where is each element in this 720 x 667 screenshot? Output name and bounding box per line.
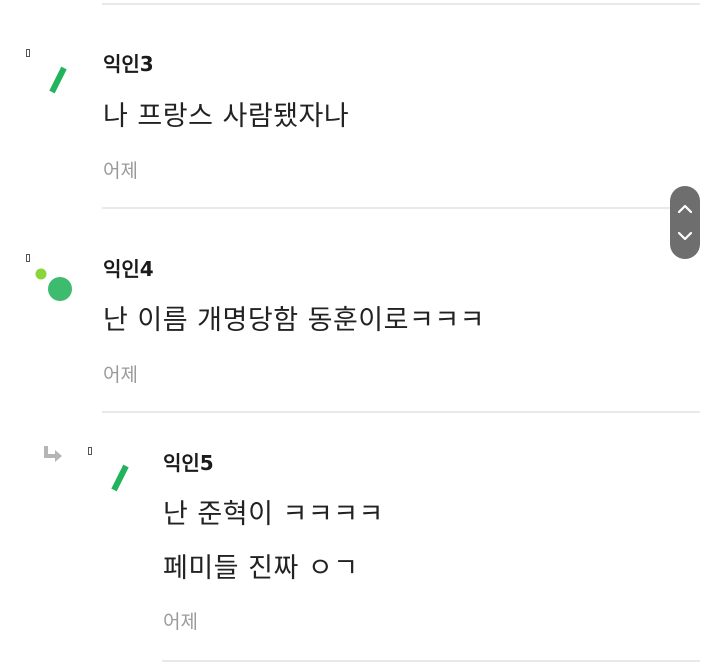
comment-author: 익인3	[103, 52, 154, 76]
comment-text: 난 이름 개명당함 동훈이로ㅋㅋㅋ	[103, 305, 486, 336]
reply-arrow-icon	[44, 446, 62, 462]
comment-author: 익인5	[163, 451, 214, 475]
divider	[162, 660, 700, 662]
comment-time: 어제	[103, 160, 138, 182]
avatar-slash-icon	[111, 464, 129, 492]
chevron-down-icon[interactable]	[670, 221, 700, 251]
checkbox-icon[interactable]	[88, 447, 92, 455]
divider	[102, 411, 700, 413]
avatar-slash-icon	[49, 66, 67, 94]
comment-author: 익인4	[103, 257, 154, 281]
comment-item: 익인3 나 프랑스 사람됐자나 어제	[0, 0, 720, 210]
divider	[102, 207, 700, 209]
checkbox-icon[interactable]	[26, 254, 30, 262]
comment-item: 익인4 난 이름 개명당함 동훈이로ㅋㅋㅋ 어제	[0, 210, 720, 415]
avatar-dots-icon	[35, 268, 72, 301]
comment-text: 나 프랑스 사람됐자나	[103, 101, 350, 132]
checkbox-icon[interactable]	[26, 49, 30, 57]
reply-item: 익인5 난 준혁이 ㅋㅋㅋㅋ 페미들 진짜 ㅇㄱ 어제	[0, 414, 720, 667]
comment-text: 페미들 진짜 ㅇㄱ	[163, 553, 359, 584]
comment-text: 난 준혁이 ㅋㅋㅋㅋ	[163, 499, 384, 530]
chevron-up-icon[interactable]	[670, 194, 700, 224]
scroll-controls	[670, 186, 700, 259]
comment-time: 어제	[163, 611, 198, 633]
comment-time: 어제	[103, 364, 138, 386]
